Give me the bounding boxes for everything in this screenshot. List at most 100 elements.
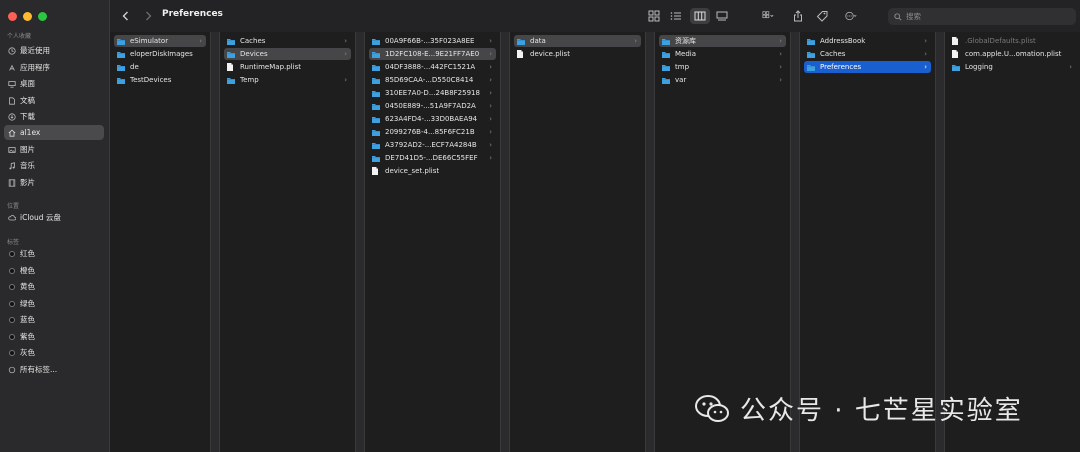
view-icons-button[interactable] xyxy=(646,8,662,24)
sidebar-item-all-tags[interactable]: 所有标签... xyxy=(4,362,104,377)
folder-row[interactable]: Caches › xyxy=(804,48,931,60)
folder-row[interactable]: 资源库 › xyxy=(659,35,786,47)
folder-row[interactable]: eSimulator › xyxy=(114,35,206,47)
column-resize-handle[interactable] xyxy=(500,32,510,452)
file-row[interactable]: device_set.plist xyxy=(369,165,496,177)
sidebar-item-label: 红色 xyxy=(20,249,35,258)
sidebar-item-home[interactable]: al1ex xyxy=(4,125,104,140)
item-label: RuntimeMap.plist xyxy=(240,63,301,71)
browser-column-5[interactable]: 资源库 › Media › tmp › var › xyxy=(655,32,790,452)
folder-row[interactable]: Temp › xyxy=(224,74,351,86)
zoom-window-button[interactable] xyxy=(38,12,47,21)
folder-row[interactable]: 623A4FD4-...33D0BAEA94 › xyxy=(369,113,496,125)
forward-button[interactable] xyxy=(140,8,156,24)
folder-row[interactable]: Devices › xyxy=(224,48,351,60)
sidebar-tag-orange[interactable]: 橙色 xyxy=(4,263,104,278)
sidebar-item-downloads[interactable]: 下载 xyxy=(4,109,104,124)
chevron-right-icon: › xyxy=(924,50,927,58)
folder-icon xyxy=(372,116,380,123)
folder-row[interactable]: 310EE7A0-D...24B8F25918 › xyxy=(369,87,496,99)
view-list-button[interactable] xyxy=(668,8,684,24)
sidebar-item-label: 黄色 xyxy=(20,282,35,291)
folder-row[interactable]: DE7D41D5-...DE66C55FEF › xyxy=(369,152,496,164)
search-field[interactable] xyxy=(888,8,1076,25)
folder-icon xyxy=(117,77,125,84)
photo-icon xyxy=(8,146,16,154)
tag-button[interactable] xyxy=(814,8,830,24)
sidebar-item-music[interactable]: 音乐 xyxy=(4,158,104,173)
apps-icon xyxy=(8,64,16,72)
folder-row[interactable]: 2099276B-4...85F6FC21B › xyxy=(369,126,496,138)
item-label: 1D2FC108-E...9E21FF7AE0 xyxy=(385,50,480,58)
column-resize-handle[interactable] xyxy=(355,32,365,452)
folder-icon xyxy=(372,51,380,58)
chevron-right-icon: › xyxy=(489,37,492,45)
sidebar-item-documents[interactable]: 文稿 xyxy=(4,93,104,108)
sidebar-tag-blue[interactable]: 蓝色 xyxy=(4,312,104,327)
folder-row[interactable]: Media › xyxy=(659,48,786,60)
folder-row[interactable]: Logging › xyxy=(949,61,1076,73)
sidebar-item-desktop[interactable]: 桌面 xyxy=(4,76,104,91)
folder-row[interactable]: de xyxy=(114,61,206,73)
folder-row[interactable]: AddressBook › xyxy=(804,35,931,47)
column-resize-handle[interactable] xyxy=(210,32,220,452)
sidebar-tag-red[interactable]: 红色 xyxy=(4,246,104,261)
folder-row[interactable]: var › xyxy=(659,74,786,86)
gallery-icon xyxy=(716,11,728,21)
action-menu-button[interactable] xyxy=(840,8,862,24)
folder-row[interactable]: 04DF3888-...442FC1521A › xyxy=(369,61,496,73)
folder-row[interactable]: tmp › xyxy=(659,61,786,73)
browser-column-4[interactable]: data › device.plist xyxy=(510,32,645,452)
browser-column-1[interactable]: eSimulator › eloperDiskImages de TestDevices xyxy=(110,32,210,452)
column-resize-handle[interactable] xyxy=(935,32,945,452)
more-icon xyxy=(845,11,857,21)
file-row[interactable]: .GlobalDefaults.plist xyxy=(949,35,1076,47)
share-button[interactable] xyxy=(790,8,806,24)
sidebar-item-applications[interactable]: 应用程序 xyxy=(4,60,104,75)
folder-row[interactable]: 1D2FC108-E...9E21FF7AE0 › xyxy=(369,48,496,60)
folder-icon xyxy=(227,51,235,58)
group-menu-button[interactable] xyxy=(758,8,778,24)
column-resize-handle[interactable] xyxy=(645,32,655,452)
view-gallery-button[interactable] xyxy=(714,8,730,24)
sidebar-tag-yellow[interactable]: 黄色 xyxy=(4,279,104,294)
folder-row[interactable]: TestDevices xyxy=(114,74,206,86)
chevron-right-icon: › xyxy=(779,76,782,84)
view-columns-button[interactable] xyxy=(690,8,710,24)
minimize-window-button[interactable] xyxy=(23,12,32,21)
close-window-button[interactable] xyxy=(8,12,17,21)
folder-row[interactable]: 0450E889-...51A9F7AD2A › xyxy=(369,100,496,112)
item-label: de xyxy=(130,63,139,71)
column-resize-handle[interactable] xyxy=(790,32,800,452)
folder-row[interactable]: data › xyxy=(514,35,641,47)
browser-column-3[interactable]: 00A9F66B-...35F023A8EE › 1D2FC108-E...9E21… xyxy=(365,32,500,452)
item-label: 310EE7A0-D...24B8F25918 xyxy=(385,89,480,97)
sidebar-item-pictures[interactable]: 图片 xyxy=(4,142,104,157)
share-icon xyxy=(794,10,802,22)
file-row[interactable]: com.apple.U...omation.plist xyxy=(949,48,1076,60)
folder-row[interactable]: Caches › xyxy=(224,35,351,47)
browser-column-6[interactable]: AddressBook › Caches › Preferences › xyxy=(800,32,935,452)
search-input[interactable] xyxy=(906,12,1056,21)
browser-column-7[interactable]: .GlobalDefaults.plist com.apple.U...omati… xyxy=(945,32,1080,452)
sidebar-tag-gray[interactable]: 灰色 xyxy=(4,345,104,360)
file-row[interactable]: device.plist xyxy=(514,48,641,60)
browser-column-2[interactable]: Caches › Devices › RuntimeMap.plist Temp › xyxy=(220,32,355,452)
file-row[interactable]: RuntimeMap.plist xyxy=(224,61,351,73)
folder-row[interactable]: 85D69CAA-...D550C8414 › xyxy=(369,74,496,86)
folder-icon xyxy=(807,38,815,45)
folder-row[interactable]: Preferences › xyxy=(804,61,931,73)
sidebar-header-locations: 位置 xyxy=(7,203,20,210)
sidebar-tag-purple[interactable]: 紫色 xyxy=(4,329,104,344)
sidebar-item-recents[interactable]: 最近使用 xyxy=(4,43,104,58)
folder-row[interactable]: 00A9F66B-...35F023A8EE › xyxy=(369,35,496,47)
back-button[interactable] xyxy=(118,8,134,24)
chevron-right-icon: › xyxy=(779,50,782,58)
folder-row[interactable]: A3792AD2-...ECF7A4284B › xyxy=(369,139,496,151)
tag-icon xyxy=(816,11,828,22)
sidebar-tag-green[interactable]: 绿色 xyxy=(4,296,104,311)
folder-row[interactable]: eloperDiskImages xyxy=(114,48,206,60)
folder-icon xyxy=(117,38,125,45)
sidebar-item-movies[interactable]: 影片 xyxy=(4,175,104,190)
sidebar-item-icloud-drive[interactable]: iCloud 云盘 xyxy=(4,210,104,225)
